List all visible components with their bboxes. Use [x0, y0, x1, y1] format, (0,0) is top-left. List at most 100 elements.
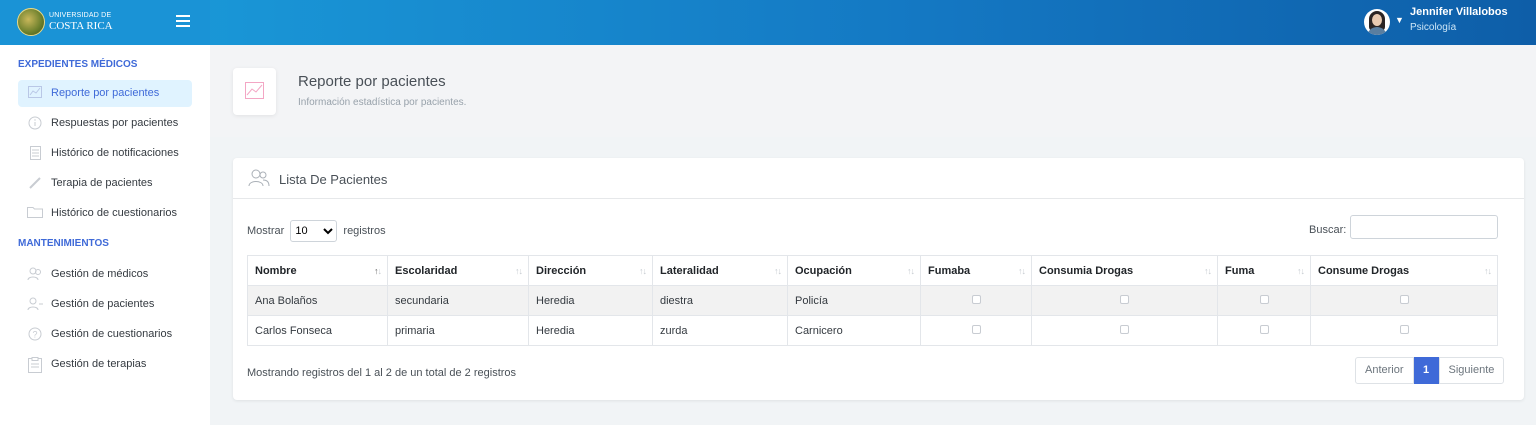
cell-escolaridad: secundaria [387, 285, 529, 316]
sidebar-item-gestion-pacientes[interactable]: Gestión de pacientes [18, 291, 192, 318]
cell-escolaridad: primaria [387, 315, 529, 346]
cell-nombre: Ana Bolaños [247, 285, 388, 316]
university-name-line2: COSTA RICA [49, 20, 113, 32]
cell-fuma [1217, 285, 1311, 316]
fuma-checkbox[interactable] [1259, 324, 1269, 334]
card-title: Lista De Pacientes [279, 172, 388, 187]
cell-nombre: Carlos Fonseca [247, 315, 388, 346]
fuma-checkbox[interactable] [1259, 294, 1269, 304]
sort-icon: ↑↓ [374, 266, 382, 276]
fumaba-checkbox[interactable] [971, 324, 981, 334]
info-circle-icon [27, 116, 43, 130]
cell-fumaba [920, 285, 1032, 316]
cell-ocupacion: Carnicero [787, 315, 921, 346]
sidebar-item-historico-cuestionarios[interactable]: Histórico de cuestionarios [18, 200, 192, 227]
column-header-ocupacion[interactable]: Ocupación ↑↓ [787, 255, 921, 286]
pagination: Anterior 1 Siguiente [1355, 357, 1505, 384]
cell-consumia-drogas [1031, 315, 1218, 346]
sidebar-item-label: Respuestas por pacientes [51, 117, 179, 129]
column-header-fuma[interactable]: Fuma ↑↓ [1217, 255, 1311, 286]
cell-direccion: Heredia [528, 285, 653, 316]
search-label: Buscar: [1309, 224, 1347, 236]
page-header: Reporte por pacientes Información estadí… [210, 45, 1536, 137]
table-row[interactable]: Ana Bolaños secundaria Heredia diestra P… [247, 285, 1498, 316]
user-name: Jennifer Villalobos [1410, 6, 1508, 18]
sidebar-item-label: Gestión de pacientes [51, 298, 155, 310]
sort-icon: ↑↓ [1204, 266, 1212, 276]
folder-icon [27, 206, 43, 220]
consumia-drogas-checkbox[interactable] [1120, 294, 1129, 304]
user-add-icon [27, 297, 43, 311]
sidebar-item-reporte-por-pacientes[interactable]: Reporte por pacientes [18, 80, 192, 107]
clipboard-icon [27, 357, 43, 373]
card-header: Lista De Pacientes [233, 158, 1524, 199]
question-circle-icon: ? [27, 327, 43, 341]
column-header-consumia-drogas[interactable]: Consumia Drogas ↑↓ [1031, 255, 1218, 286]
chart-line-icon [233, 68, 276, 115]
university-logo[interactable] [17, 8, 45, 36]
top-bar: UNIVERSIDAD DE COSTA RICA ▼ Jennifer Vil… [0, 0, 1536, 45]
sidebar-item-respuestas-por-pacientes[interactable]: Respuestas por pacientes [18, 110, 192, 137]
column-header-fumaba[interactable]: Fumaba ↑↓ [920, 255, 1032, 286]
sort-icon: ↑↓ [1018, 266, 1026, 276]
table-row[interactable]: Carlos Fonseca primaria Heredia zurda Ca… [247, 315, 1498, 346]
sidebar-item-label: Histórico de cuestionarios [51, 207, 177, 219]
svg-text:?: ? [32, 330, 37, 340]
sidebar: EXPEDIENTES MÉDICOS Reporte por paciente… [0, 45, 210, 425]
patients-table: Nombre ↑↓ Escolaridad ↑↓ Dirección ↑↓ Later… [247, 255, 1498, 346]
pencil-icon [27, 176, 43, 190]
column-header-consume-drogas[interactable]: Consume Drogas ↑↓ [1310, 255, 1498, 286]
user-role: Psicología [1410, 22, 1457, 33]
sidebar-item-gestion-cuestionarios[interactable]: ? Gestión de cuestionarios [18, 321, 192, 348]
sidebar-heading-expedientes: EXPEDIENTES MÉDICOS [18, 59, 138, 70]
consume-drogas-checkbox[interactable] [1399, 324, 1409, 334]
consume-drogas-checkbox[interactable] [1399, 294, 1409, 304]
fumaba-checkbox[interactable] [971, 294, 981, 304]
page-subtitle: Información estadística por pacientes. [298, 97, 467, 108]
table-header-row: Nombre ↑↓ Escolaridad ↑↓ Dirección ↑↓ Later… [247, 255, 1498, 286]
sidebar-item-terapia-de-pacientes[interactable]: Terapia de pacientes [18, 170, 192, 197]
cell-fumaba [920, 315, 1032, 346]
column-header-direccion[interactable]: Dirección ↑↓ [528, 255, 653, 286]
users-icon [248, 169, 270, 190]
sidebar-item-label: Gestión de terapias [51, 358, 147, 370]
previous-page-button[interactable]: Anterior [1355, 357, 1414, 384]
records-label: registros [343, 224, 386, 237]
document-icon [27, 146, 43, 160]
chart-line-icon [27, 86, 43, 100]
patients-card: Lista De Pacientes Mostrar 10 registros … [233, 158, 1524, 400]
cell-lateralidad: diestra [652, 285, 788, 316]
sort-icon: ↑↓ [639, 266, 647, 276]
page-length-control: Mostrar 10 registros [247, 220, 386, 242]
sidebar-heading-mantenimientos: MANTENIMIENTOS [18, 238, 109, 249]
sort-icon: ↑↓ [1297, 266, 1305, 276]
sidebar-item-label: Gestión de cuestionarios [51, 328, 173, 340]
search-input[interactable] [1350, 215, 1498, 239]
sidebar-item-label: Gestión de médicos [51, 268, 149, 280]
column-header-lateralidad[interactable]: Lateralidad ↑↓ [652, 255, 788, 286]
cell-consume-drogas [1310, 315, 1498, 346]
next-page-button[interactable]: Siguiente [1438, 357, 1505, 384]
cell-fuma [1217, 315, 1311, 346]
consumia-drogas-checkbox[interactable] [1120, 324, 1129, 334]
table-info: Mostrando registros del 1 al 2 de un tot… [247, 367, 517, 379]
chevron-down-icon[interactable]: ▼ [1395, 15, 1404, 25]
sidebar-item-gestion-terapias[interactable]: Gestión de terapias [18, 351, 192, 378]
avatar[interactable] [1364, 9, 1390, 35]
sidebar-item-historico-notificaciones[interactable]: Histórico de notificaciones [18, 140, 192, 167]
column-header-escolaridad[interactable]: Escolaridad ↑↓ [387, 255, 529, 286]
brand-area: UNIVERSIDAD DE COSTA RICA [0, 0, 210, 45]
user-menu[interactable]: ▼ Jennifer Villalobos Psicología [1356, 0, 1536, 45]
cell-consumia-drogas [1031, 285, 1218, 316]
page-1-button[interactable]: 1 [1413, 357, 1439, 384]
cell-lateralidad: zurda [652, 315, 788, 346]
column-header-nombre[interactable]: Nombre ↑↓ [247, 255, 388, 286]
menu-toggle-icon[interactable] [176, 15, 190, 27]
users-icon [27, 267, 43, 281]
cell-ocupacion: Policía [787, 285, 921, 316]
page-length-select[interactable]: 10 [290, 220, 338, 242]
main-content: Reporte por pacientes Información estadí… [210, 45, 1536, 425]
cell-direccion: Heredia [528, 315, 653, 346]
sidebar-item-label: Histórico de notificaciones [51, 147, 179, 159]
sidebar-item-gestion-medicos[interactable]: Gestión de médicos [18, 261, 192, 288]
